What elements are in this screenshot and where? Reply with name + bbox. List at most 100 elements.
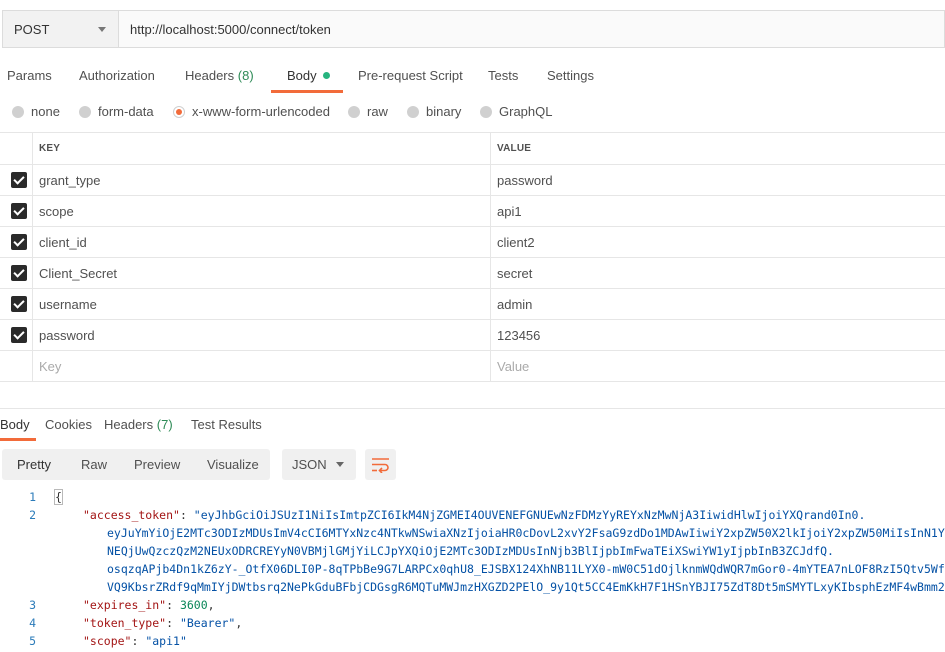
tab-authorization[interactable]: Authorization — [79, 68, 155, 83]
tab-label: Test Results — [191, 417, 262, 432]
param-value[interactable]: 123456 — [491, 320, 945, 350]
param-key[interactable]: password — [33, 320, 491, 350]
param-value[interactable]: admin — [491, 289, 945, 319]
row-checkbox-cell — [0, 289, 33, 319]
response-tab-body[interactable]: Body — [0, 417, 30, 432]
param-key[interactable]: username — [33, 289, 491, 319]
tab-label: Settings — [547, 68, 594, 83]
tab-label: Headers — [185, 68, 235, 83]
view-preview-button[interactable]: Preview — [134, 457, 180, 472]
response-tab-cookies[interactable]: Cookies — [45, 417, 92, 432]
row-checkbox-cell — [0, 351, 33, 381]
code-text: "scope": "api1" — [83, 634, 187, 648]
param-value[interactable]: secret — [491, 258, 945, 288]
radio-binary[interactable]: binary — [407, 104, 461, 119]
radio-circle-icon — [407, 105, 419, 118]
tab-label: Params — [7, 68, 52, 83]
tab-label: Authorization — [79, 68, 155, 83]
tab-headers[interactable]: Headers (8) — [185, 68, 254, 83]
json-key: "access_token" — [83, 508, 180, 522]
key-column-header: KEY — [33, 133, 491, 164]
checkbox-checked-icon[interactable] — [11, 327, 27, 343]
table-row: scope api1 — [0, 196, 945, 227]
checkbox-checked-icon[interactable] — [11, 296, 27, 312]
tab-label: Cookies — [45, 417, 92, 432]
new-key-input[interactable]: Key — [33, 351, 491, 381]
json-string: eyJuYmYiOjE2MTc3ODIzMDUsImV4cCI6MTYxNzc4… — [107, 526, 945, 540]
response-tab-test-results[interactable]: Test Results — [191, 417, 262, 432]
line-number: 2 — [29, 508, 36, 522]
code-line-wrap: VQ9KbsrZRdf9qMmIYjDWtbsrq2NePkGduBFbjCDG… — [0, 580, 945, 598]
row-checkbox-cell — [0, 227, 33, 257]
checkbox-checked-icon[interactable] — [11, 172, 27, 188]
radio-label: form-data — [98, 104, 154, 119]
param-value[interactable]: api1 — [491, 196, 945, 226]
radio-circle-icon — [79, 105, 91, 118]
param-key[interactable]: client_id — [33, 227, 491, 257]
tab-tests[interactable]: Tests — [488, 68, 518, 83]
line-number: 5 — [29, 634, 36, 648]
code-text: { — [54, 489, 63, 505]
param-value[interactable]: password — [491, 165, 945, 195]
radio-label: GraphQL — [499, 104, 553, 119]
response-body-code[interactable]: 1 { 2 "access_token": "eyJhbGciOiJSUzI1N… — [0, 488, 945, 652]
radio-raw[interactable]: raw — [348, 104, 388, 119]
code-text: "expires_in": 3600, — [83, 598, 215, 612]
wrap-lines-icon — [372, 458, 389, 473]
param-key[interactable]: grant_type — [33, 165, 491, 195]
code-line-wrap: NEQjUwQzczQzM2NEUxODRCREYyN0VBMjlGMjYiLC… — [0, 544, 945, 562]
header-checkbox-cell — [0, 133, 33, 164]
url-input[interactable]: http://localhost:5000/connect/token — [119, 11, 944, 47]
radio-circle-icon — [480, 105, 492, 118]
radio-graphql[interactable]: GraphQL — [480, 104, 552, 119]
json-key: "expires_in" — [83, 598, 167, 612]
wrap-lines-button[interactable] — [365, 449, 396, 480]
tab-params[interactable]: Params — [7, 68, 52, 83]
code-line-wrap: eyJuYmYiOjE2MTc3ODIzMDUsImV4cCI6MTYxNzc4… — [0, 526, 945, 544]
table-row: client_id client2 — [0, 227, 945, 258]
radio-circle-icon — [348, 105, 360, 118]
value-column-header: VALUE — [497, 143, 532, 154]
param-key[interactable]: scope — [33, 196, 491, 226]
checkbox-checked-icon[interactable] — [11, 234, 27, 250]
json-string: osqzqAPjb4Dn1kZ6zY-_OtfX06DLI0P-8qTPbBe9… — [107, 562, 945, 576]
tab-label: Pre-request Script — [358, 68, 463, 83]
param-key[interactable]: Client_Secret — [33, 258, 491, 288]
view-visualize-button[interactable]: Visualize — [207, 457, 259, 472]
checkbox-checked-icon[interactable] — [11, 265, 27, 281]
active-tab-indicator — [271, 90, 343, 93]
radio-none[interactable]: none — [12, 104, 60, 119]
method-select[interactable]: POST — [3, 11, 119, 47]
checkbox-checked-icon[interactable] — [11, 203, 27, 219]
chevron-down-icon — [336, 462, 344, 467]
headers-count-badge: (8) — [237, 68, 254, 83]
tab-body[interactable]: Body — [287, 68, 330, 83]
format-label: JSON — [292, 457, 327, 472]
row-checkbox-cell — [0, 320, 33, 350]
radio-label: x-www-form-urlencoded — [192, 104, 330, 119]
json-string: VQ9KbsrZRdf9qMmIYjDWtbsrq2NePkGduBFbjCDG… — [107, 580, 945, 594]
request-bar: POST http://localhost:5000/connect/token — [2, 10, 945, 48]
radio-form-data[interactable]: form-data — [79, 104, 154, 119]
new-value-input[interactable]: Value — [491, 351, 945, 381]
table-row: grant_type password — [0, 165, 945, 196]
open-brace: { — [54, 489, 63, 505]
params-table: KEY VALUE grant_type password scope api1… — [0, 132, 945, 382]
view-raw-button[interactable]: Raw — [81, 457, 107, 472]
param-value[interactable]: client2 — [491, 227, 945, 257]
tab-settings[interactable]: Settings — [547, 68, 594, 83]
tab-pre-request-script[interactable]: Pre-request Script — [358, 68, 463, 83]
code-text: "access_token": "eyJhbGciOiJSUzI1NiIsImt… — [83, 508, 866, 522]
table-row: username admin — [0, 289, 945, 320]
view-mode-group: Pretty Raw Preview Visualize — [2, 449, 270, 480]
tab-label: Tests — [488, 68, 519, 83]
view-pretty-button[interactable]: Pretty — [17, 457, 51, 472]
line-number: 4 — [29, 616, 36, 630]
response-tab-headers[interactable]: Headers (7) — [104, 417, 173, 432]
json-string: "api1" — [145, 634, 187, 648]
format-select[interactable]: JSON — [282, 449, 356, 480]
radio-x-www-form-urlencoded[interactable]: x-www-form-urlencoded — [173, 104, 330, 119]
tab-label: Headers — [104, 417, 154, 432]
request-tabs: Params Authorization Headers (8) Body Pr… — [0, 60, 945, 93]
json-string: "eyJhbGciOiJSUzI1NiIsImtpZCI6IkM4NjZGMEI… — [193, 508, 866, 522]
